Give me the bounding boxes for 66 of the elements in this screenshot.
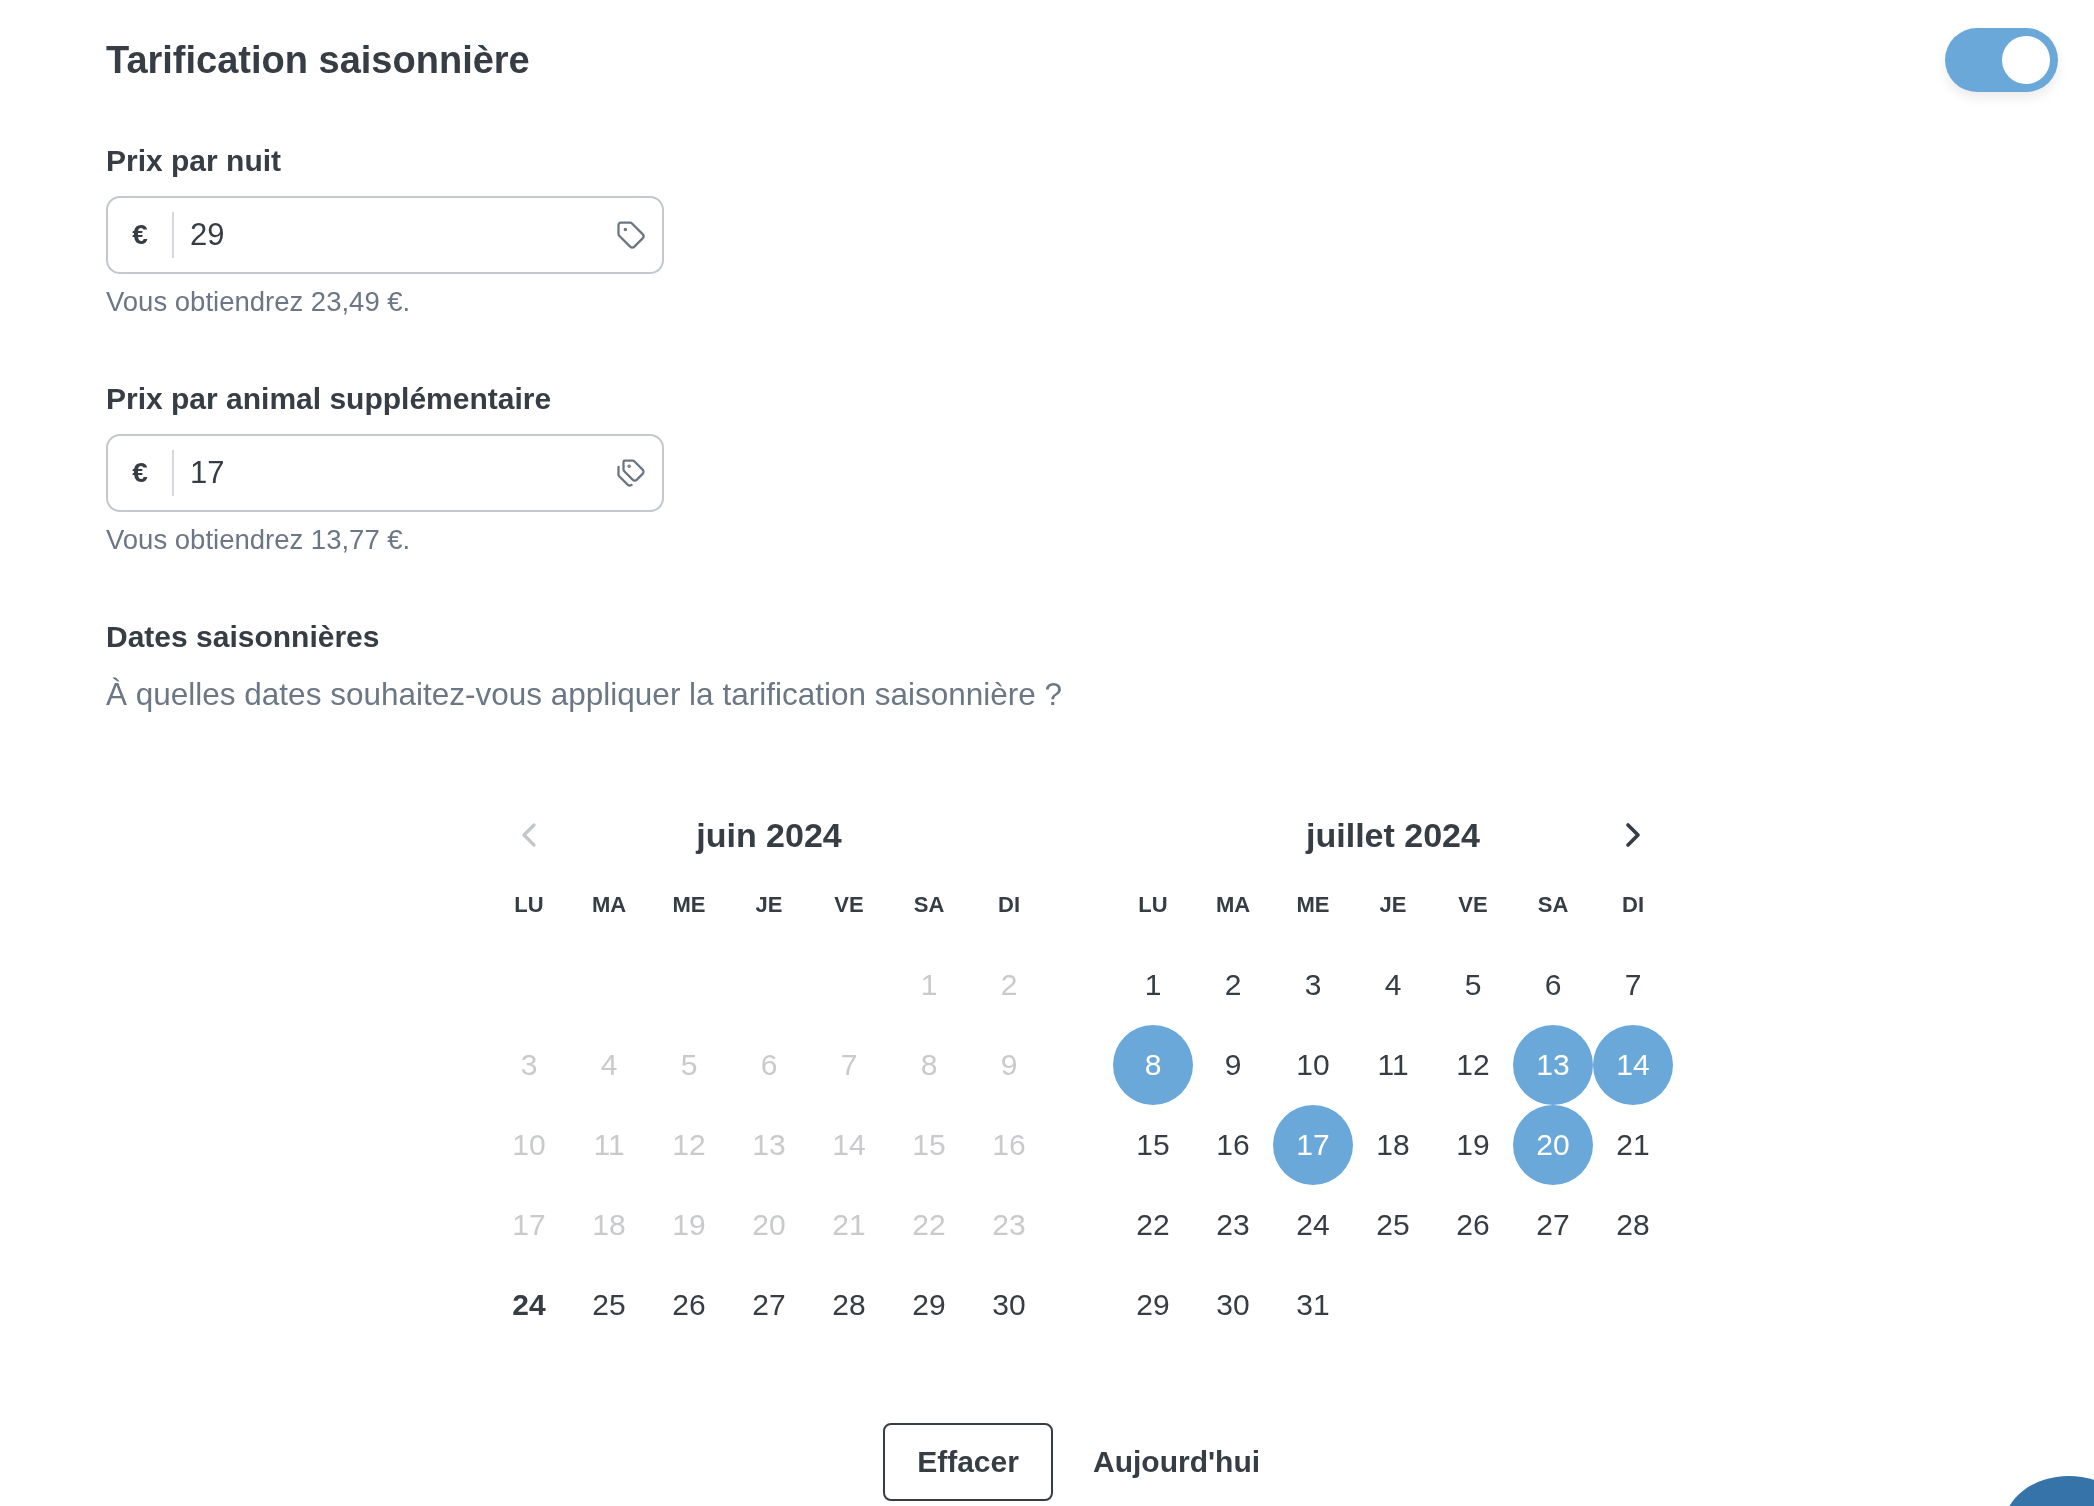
calendar-day[interactable]: 11 (1353, 1025, 1433, 1105)
calendar-day[interactable]: 12 (1433, 1025, 1513, 1105)
calendar-day[interactable]: 1 (1113, 945, 1193, 1025)
calendar-day[interactable]: 4 (1353, 945, 1433, 1025)
weekday-label: ME (671, 891, 707, 919)
weekday-label: VE (1457, 891, 1489, 919)
section-description: À quelles dates souhaitez-vous appliquer la tarification saisonnière ? (106, 676, 1064, 713)
price-field[interactable]: € 17 (106, 434, 664, 512)
calendar-day[interactable]: 30 (1193, 1265, 1273, 1345)
today-button[interactable]: Aujourd'hui (1089, 1423, 1265, 1501)
calendar-day[interactable]: 29 (889, 1265, 969, 1345)
weekday-label: JE (1378, 891, 1408, 919)
calendar-day[interactable]: 23 (1193, 1185, 1273, 1265)
tag-icon (616, 220, 646, 250)
calendar-day[interactable]: 27 (729, 1265, 809, 1345)
calendar-day[interactable]: 3 (1273, 945, 1353, 1025)
weekday-label: LU (513, 891, 545, 919)
weekday-label: JE (754, 891, 784, 919)
field-value: 29 (189, 217, 226, 253)
calendar-day[interactable]: 9 (1193, 1025, 1273, 1105)
calendar-day[interactable]: 10 (1273, 1025, 1353, 1105)
currency-symbol: € (131, 457, 149, 489)
clear-button[interactable]: Effacer (883, 1423, 1053, 1501)
weekday-label: LU (1137, 891, 1169, 919)
calendar-day[interactable]: 24 (1273, 1185, 1353, 1265)
calendar-day[interactable]: 16 (1193, 1105, 1273, 1185)
weekday-label: SA (912, 891, 946, 919)
calendar-day[interactable]: 19 (1433, 1105, 1513, 1185)
calendar-day[interactable]: 5 (1433, 945, 1513, 1025)
calendar-day[interactable]: 2 (1193, 945, 1273, 1025)
calendar-day[interactable]: 26 (1433, 1185, 1513, 1265)
calendar-day[interactable]: 24 (489, 1265, 569, 1345)
calendar-day[interactable]: 30 (969, 1265, 1049, 1345)
calendar-day[interactable]: 22 (1113, 1185, 1193, 1265)
month-title: juin 2024 (694, 815, 843, 855)
currency-symbol: € (131, 219, 149, 251)
price-field[interactable]: € 29 (106, 196, 664, 274)
tags-icon (616, 458, 646, 488)
calendar-day[interactable]: 15 (1113, 1105, 1193, 1185)
calendar-day[interactable]: 25 (569, 1265, 649, 1345)
calendar-day[interactable]: 28 (1593, 1185, 1673, 1265)
section-title: Tarification saisonnière (106, 38, 530, 82)
field-label: Prix par nuit (106, 144, 283, 178)
section-heading: Dates saisonnières (106, 620, 381, 654)
weekday-label: MA (1214, 891, 1252, 919)
weekday-label: SA (1536, 891, 1570, 919)
calendar-day[interactable]: 21 (1593, 1105, 1673, 1185)
weekday-label: DI (1621, 891, 1645, 919)
weekday-label: MA (590, 891, 628, 919)
weekday-label: ME (1295, 891, 1331, 919)
calendar-day[interactable]: 26 (649, 1265, 729, 1345)
month-title: juillet 2024 (1304, 815, 1481, 855)
calendar-day[interactable]: 31 (1273, 1265, 1353, 1345)
field-label: Prix par animal supplémentaire (106, 382, 553, 416)
calendar-day[interactable]: 6 (1513, 945, 1593, 1025)
weekday-label: VE (833, 891, 865, 919)
weekday-label: DI (997, 891, 1021, 919)
calendar-day[interactable]: 28 (809, 1265, 889, 1345)
helper-text: Vous obtiendrez 23,49 €. (106, 286, 412, 318)
field-value: 17 (189, 455, 226, 491)
calendar-day[interactable]: 29 (1113, 1265, 1193, 1345)
calendar-day[interactable]: 7 (1593, 945, 1673, 1025)
calendar-day[interactable]: 25 (1353, 1185, 1433, 1265)
calendar-day[interactable]: 27 (1513, 1185, 1593, 1265)
calendar-day[interactable]: 18 (1353, 1105, 1433, 1185)
helper-text: Vous obtiendrez 13,77 €. (106, 524, 412, 556)
